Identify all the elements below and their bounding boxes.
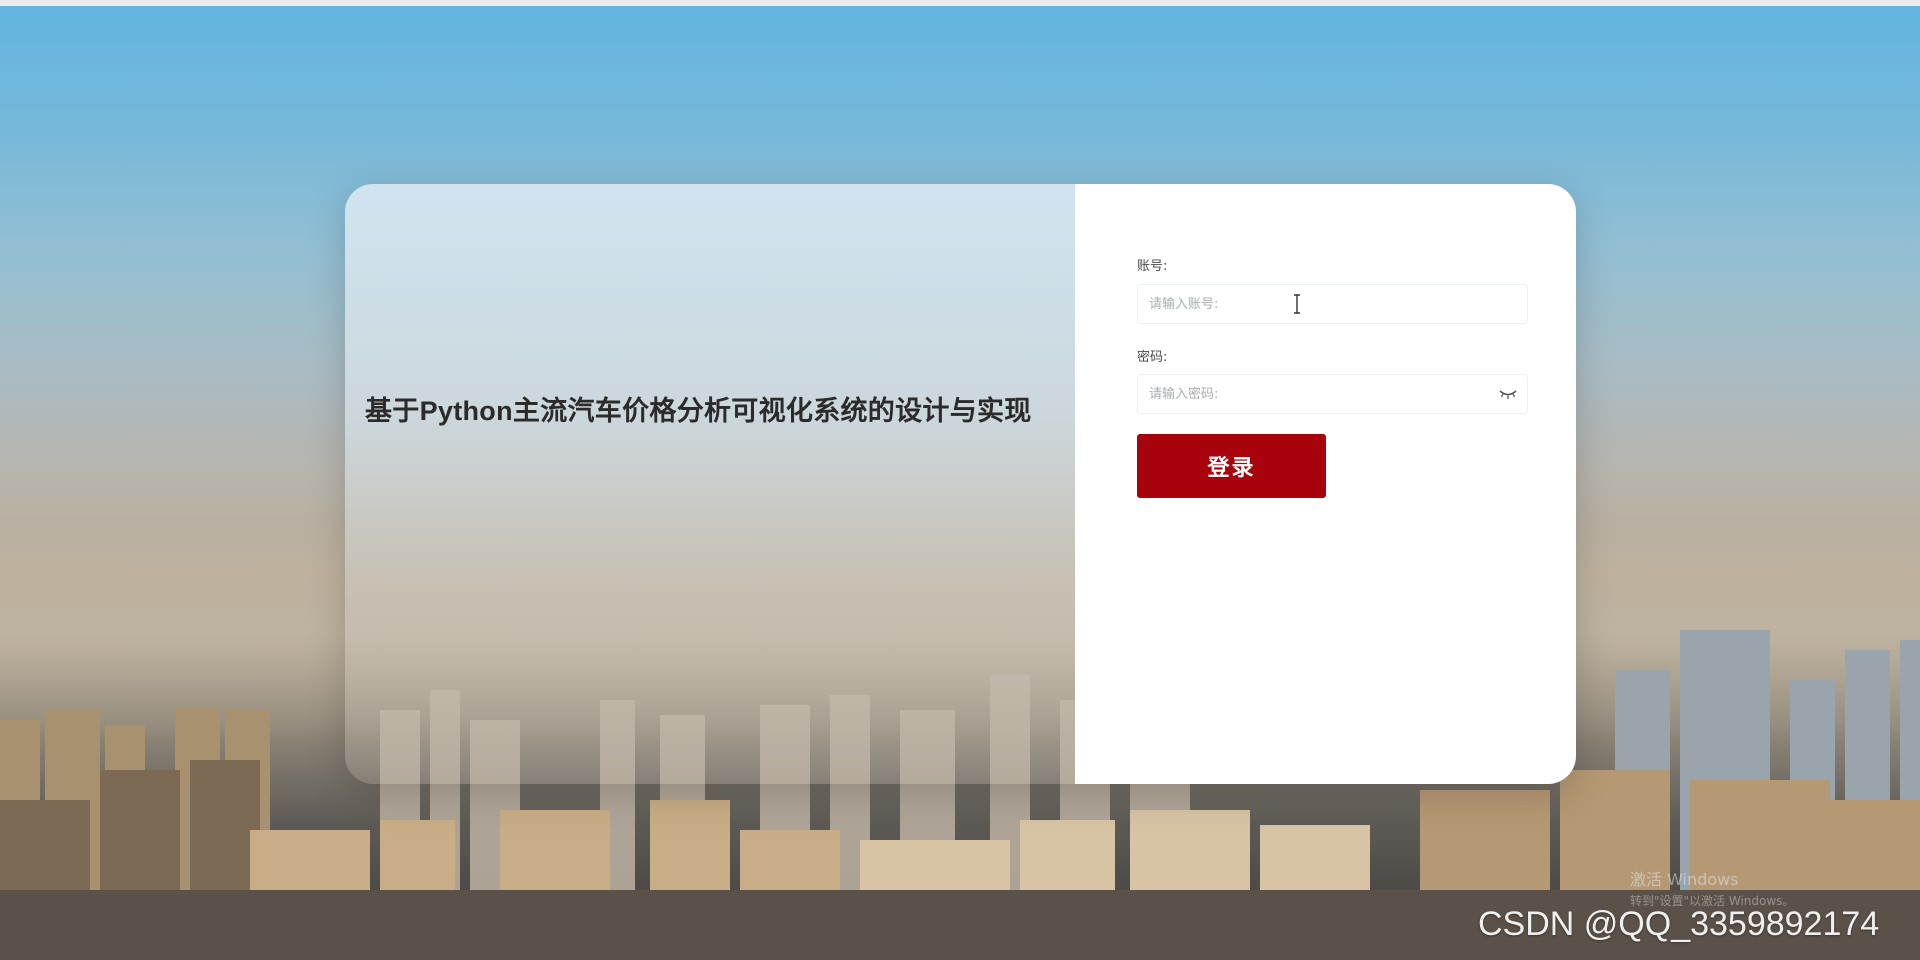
top-strip — [0, 0, 1920, 6]
card-left-panel: 基于Python主流汽车价格分析可视化系统的设计与实现 — [345, 184, 1075, 784]
password-input[interactable] — [1138, 375, 1527, 413]
login-card: 基于Python主流汽车价格分析可视化系统的设计与实现 账号: 密码: 登录 — [345, 184, 1576, 784]
password-label: 密码: — [1137, 350, 1168, 365]
account-field-wrapper — [1137, 284, 1528, 324]
system-title: 基于Python主流汽车价格分析可视化系统的设计与实现 — [365, 396, 1032, 426]
csdn-watermark: CSDN @QQ_3359892174 — [1478, 905, 1880, 943]
account-input[interactable] — [1138, 285, 1527, 323]
eye-closed-icon[interactable] — [1499, 388, 1517, 400]
windows-activation-title: 激活 Windows — [1630, 870, 1739, 889]
login-form-panel: 账号: 密码: 登录 — [1075, 184, 1576, 784]
login-button[interactable]: 登录 — [1137, 434, 1326, 498]
password-field-wrapper — [1137, 374, 1528, 414]
account-label: 账号: — [1137, 259, 1168, 274]
text-cursor-icon — [1294, 294, 1300, 314]
